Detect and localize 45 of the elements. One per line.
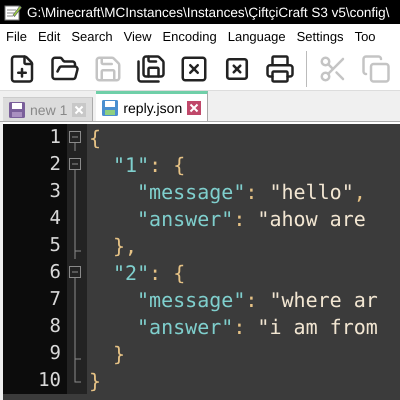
line-number: 3 [3,178,67,205]
menu-item[interactable]: View [118,28,157,44]
floppy-icon [101,98,120,116]
menu-item[interactable]: Encoding [156,28,222,44]
notepad-icon [4,3,22,21]
code-line: } [88,368,102,392]
code-line: "answer": "i am from [136,314,378,338]
printer-icon [265,54,295,84]
code-editor[interactable]: 1 { 2 "1": { 3 "message": "hello", 4 "answer": "ahow are 5 }, 6 "2": { 7 "message": "where ar 8 "answer": "i am from 9 } 10 } [3,122,400,400]
menu-item[interactable]: File [0,28,32,44]
code-line: } [112,342,126,366]
menu-item[interactable]: Edit [32,28,66,44]
collapse-icon[interactable] [69,131,81,151]
menu-item[interactable]: Settings [290,28,349,44]
code-line: { [88,126,102,150]
code-line: "answer": "ahow are [136,206,366,230]
copy-icon [361,54,391,84]
code-line: }, [112,234,138,258]
line-number: 4 [3,205,67,232]
code-line: "message": "where ar [136,288,378,312]
line-number: 7 [3,286,67,313]
line-number: 10 [3,367,67,394]
menu-item[interactable]: Language [222,28,291,44]
close-icon [179,54,209,84]
collapse-icon[interactable] [69,158,81,178]
code-line: "2": { [112,260,186,284]
code-line: "message": "hello", [136,180,366,204]
menu-item[interactable]: Too [348,28,381,44]
floppy-icon [8,100,26,118]
save-icon [93,54,123,84]
file-tab[interactable]: reply.json [96,91,208,121]
window-title: G:\Minecraft\MCInstances\Instances\ÇiftçiCraft S3 v5\config\ [27,4,390,20]
line-number: 8 [3,313,67,340]
close-icon[interactable] [186,100,202,116]
save-all-icon [136,54,166,84]
line-number: 5 [3,232,67,259]
fold-end-icon [74,367,81,383]
collapse-icon[interactable] [69,266,81,286]
code-line: "1": { [112,152,186,176]
close-all-icon [224,56,250,82]
line-number: 6 [3,259,67,286]
line-number: 1 [3,124,67,151]
line-number: 2 [3,151,67,178]
line-number: 9 [3,340,67,367]
menu-item[interactable]: Search [65,28,118,44]
